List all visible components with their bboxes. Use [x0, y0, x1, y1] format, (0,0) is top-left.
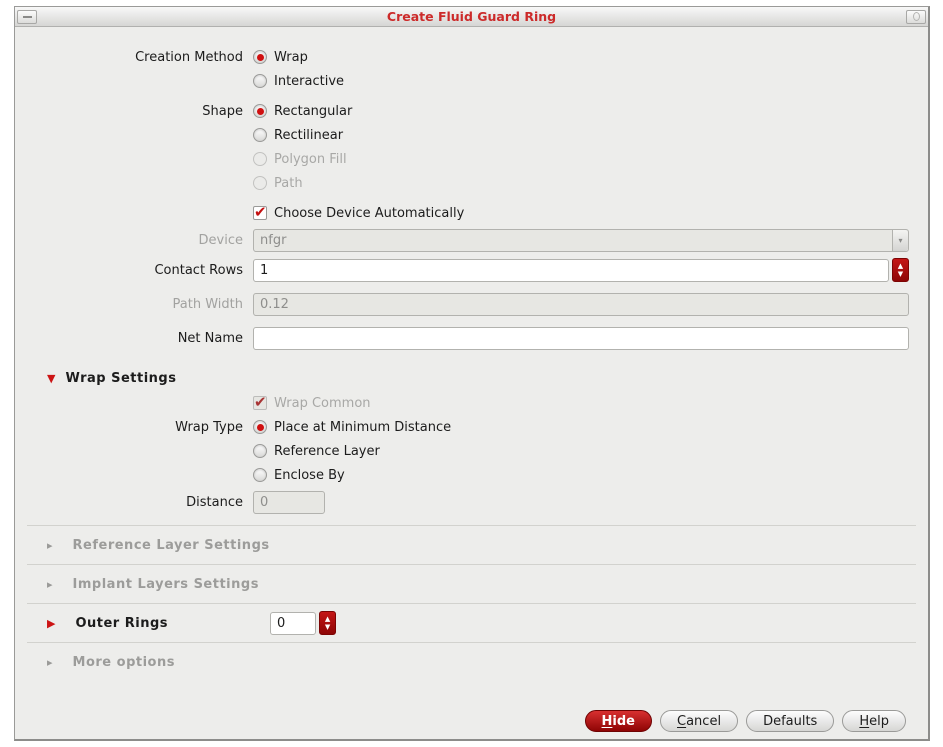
radio-polygon-fill: Polygon Fill — [253, 152, 347, 167]
radio-label: Place at Minimum Distance — [274, 419, 452, 435]
radio-path: Path — [253, 176, 303, 191]
defaults-button[interactable]: Defaults — [746, 710, 835, 732]
radio-icon — [253, 468, 267, 482]
distance-field: 0 — [253, 490, 325, 514]
radio-icon — [253, 152, 267, 166]
section-title: Outer Rings — [75, 615, 169, 631]
radio-icon — [253, 74, 267, 88]
checkbox-label: Wrap Common — [274, 395, 371, 411]
triangle-right-icon: ▸ — [47, 655, 53, 669]
device-dropdown: nfgr ▾ — [253, 228, 909, 252]
section-wrap-settings[interactable]: ▼ Wrap Settings — [47, 367, 928, 389]
titlebar: Create Fluid Guard Ring — [15, 7, 928, 27]
section-reference-layer-settings: ▸ Reference Layer Settings — [27, 525, 916, 564]
radio-rectangular[interactable]: Rectangular — [253, 104, 352, 119]
triangle-right-icon: ▸ — [47, 577, 53, 591]
net-name-input[interactable] — [253, 326, 909, 350]
radio-label: Reference Layer — [274, 443, 380, 459]
triangle-down-icon: ▼ — [897, 270, 904, 278]
contact-rows-input[interactable] — [253, 258, 889, 282]
section-title: Implant Layers Settings — [72, 576, 259, 592]
radio-icon — [253, 176, 267, 190]
section-outer-rings[interactable]: ▶ Outer Rings ▲ ▼ — [27, 603, 916, 642]
choose-device-automatically-checkbox[interactable]: Choose Device Automatically — [253, 203, 465, 221]
radio-place-at-minimum-distance[interactable]: Place at Minimum Distance — [253, 420, 451, 435]
outer-rings-spinner[interactable]: ▲ ▼ — [319, 611, 337, 635]
section-title: More options — [72, 654, 175, 670]
radio-label: Wrap — [274, 49, 308, 65]
radio-icon — [253, 444, 267, 458]
net-name-label: Net Name — [177, 330, 243, 346]
radio-label: Rectilinear — [274, 127, 344, 143]
radio-interactive[interactable]: Interactive — [253, 74, 344, 89]
hide-button[interactable]: Hide — [584, 710, 653, 732]
contact-rows-spinner[interactable]: ▲ ▼ — [892, 258, 909, 282]
triangle-right-icon: ▸ — [47, 538, 53, 552]
section-title: Reference Layer Settings — [72, 537, 270, 553]
dash-glyph — [22, 15, 32, 18]
radio-icon — [253, 50, 267, 64]
radio-label: Enclose By — [274, 467, 345, 483]
triangle-up-icon: ▲ — [897, 262, 904, 270]
wrap-common-checkbox: Wrap Common — [253, 393, 371, 411]
button-bar: Hide Cancel Defaults Help — [584, 710, 906, 732]
radio-reference-layer[interactable]: Reference Layer — [253, 444, 380, 459]
radio-label: Path — [274, 175, 303, 191]
help-button[interactable]: Help — [842, 710, 906, 732]
cancel-button[interactable]: Cancel — [660, 710, 739, 732]
section-implant-layers-settings: ▸ Implant Layers Settings — [27, 564, 916, 603]
triangle-up-icon: ▲ — [324, 615, 331, 623]
contact-rows-label: Contact Rows — [154, 262, 243, 278]
checkbox-icon — [253, 203, 267, 221]
circle-glyph — [912, 12, 920, 21]
radio-icon — [253, 420, 267, 434]
checkbox-label: Choose Device Automatically — [274, 205, 465, 221]
radio-label: Interactive — [274, 73, 345, 89]
distance-label: Distance — [186, 494, 243, 510]
shape-label: Shape — [202, 103, 243, 119]
create-fluid-guard-ring-dialog: Create Fluid Guard Ring Creation Method … — [14, 6, 930, 741]
section-title: Wrap Settings — [65, 370, 177, 386]
radio-enclose-by[interactable]: Enclose By — [253, 468, 345, 483]
triangle-down-icon: ▼ — [47, 371, 56, 385]
device-value: nfgr — [260, 232, 287, 248]
radio-label: Polygon Fill — [274, 151, 347, 167]
device-label: Device — [198, 232, 243, 248]
radio-icon — [253, 128, 267, 142]
path-width-label: Path Width — [172, 296, 243, 312]
dialog-title: Create Fluid Guard Ring — [386, 9, 557, 24]
radio-wrap[interactable]: Wrap — [253, 50, 308, 65]
window-menu-icon[interactable] — [17, 9, 37, 24]
form-body: Creation Method Wrap Interactive Shape R… — [15, 27, 928, 681]
triangle-down-icon: ▼ — [324, 623, 331, 631]
outer-rings-input[interactable] — [270, 611, 317, 635]
checkbox-icon — [253, 393, 267, 411]
wrap-type-label: Wrap Type — [175, 419, 243, 435]
radio-label: Rectangular — [274, 103, 353, 119]
path-width-field: 0.12 — [253, 292, 909, 316]
radio-icon — [253, 104, 267, 118]
triangle-right-icon: ▶ — [47, 616, 56, 630]
creation-method-label: Creation Method — [135, 49, 243, 65]
window-corner-icon[interactable] — [906, 9, 926, 24]
section-more-options: ▸ More options — [27, 642, 916, 681]
radio-rectilinear[interactable]: Rectilinear — [253, 128, 343, 143]
chevron-down-icon: ▾ — [892, 229, 908, 251]
